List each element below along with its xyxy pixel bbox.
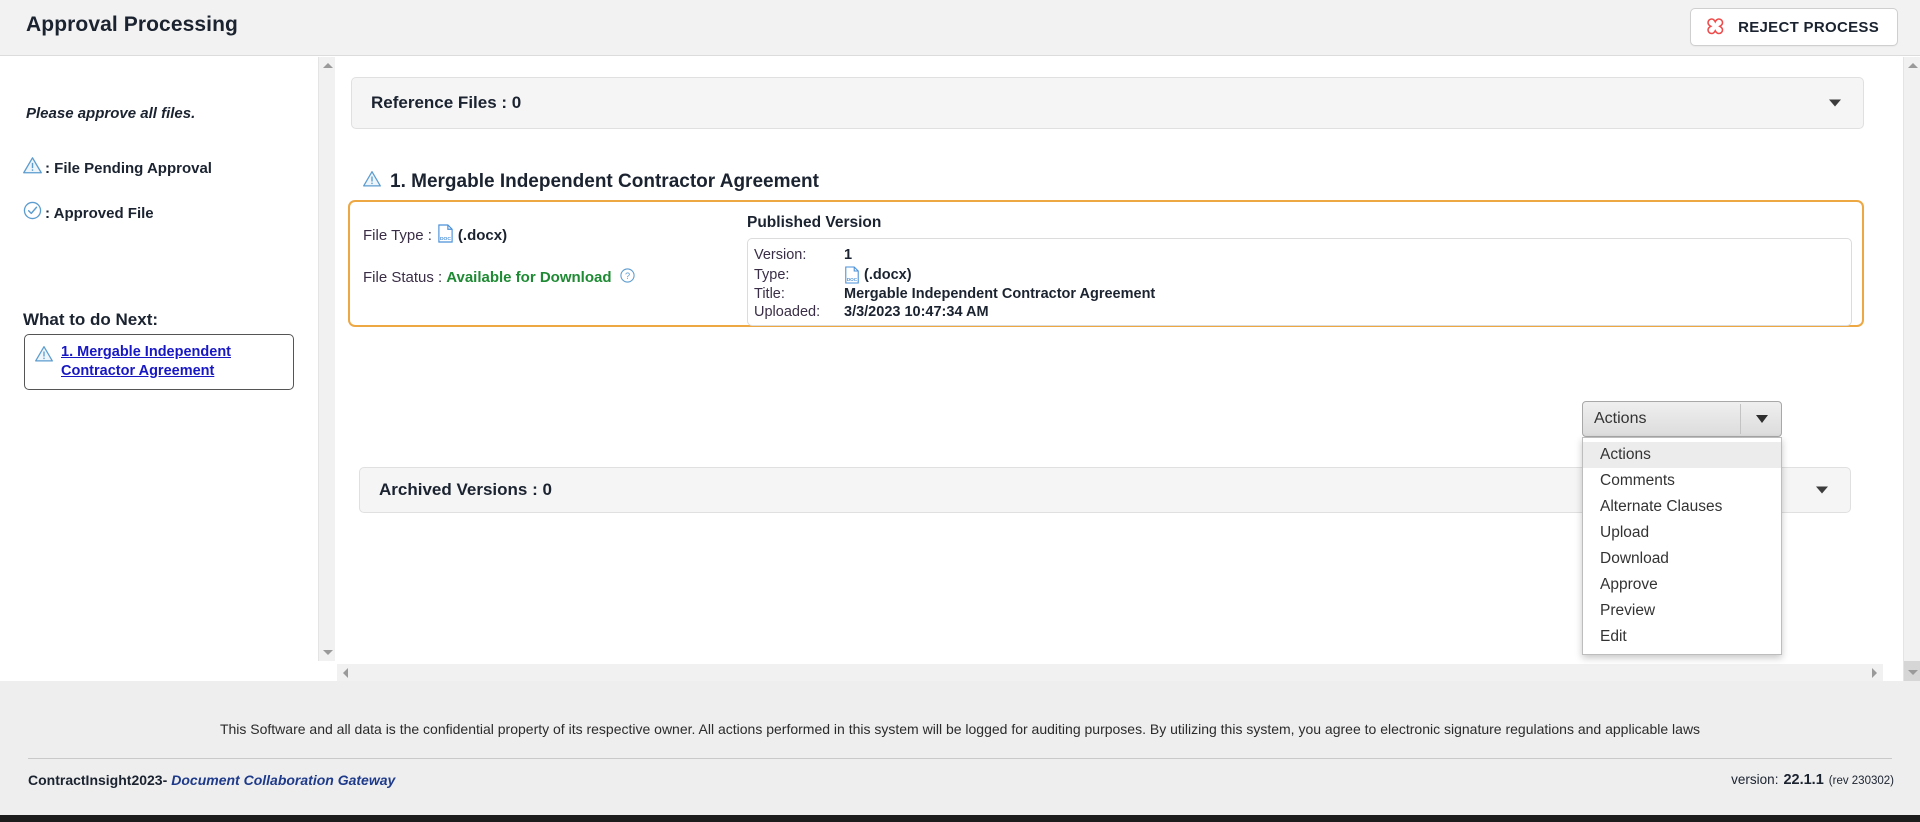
footer-version: version: 22.1.1 (rev 230302) <box>1731 772 1894 788</box>
published-version-row: Version: 1 <box>754 246 1851 264</box>
reference-files-panel-header[interactable]: Reference Files : 0 <box>351 77 1864 129</box>
svg-text:DOC: DOC <box>440 236 451 242</box>
published-type-row: Type: DOC (.docx) <box>754 264 1851 285</box>
file-type-value: (.docx) <box>457 227 508 244</box>
reject-process-button[interactable]: REJECT PROCESS <box>1690 8 1898 46</box>
os-taskbar <box>0 815 1920 822</box>
warning-triangle-icon <box>22 155 43 181</box>
document-title: 1. Mergable Independent Contractor Agree… <box>390 170 819 192</box>
scroll-left-arrow[interactable] <box>337 664 354 681</box>
document-heading: 1. Mergable Independent Contractor Agree… <box>362 169 819 194</box>
doc-file-icon: DOC <box>844 265 860 284</box>
legend-label-approved: : Approved File <box>45 204 154 222</box>
reject-x-icon <box>1705 16 1727 38</box>
published-title-row: Title: Mergable Independent Contractor A… <box>754 285 1851 303</box>
page-vertical-scrollbar[interactable] <box>1903 57 1920 681</box>
footer-version-label: version: <box>1731 772 1779 787</box>
file-status-row: File Status : Available for Download ? <box>363 267 636 288</box>
scroll-right-arrow[interactable] <box>1866 664 1883 681</box>
actions-menu-item-actions[interactable]: Actions <box>1583 442 1781 468</box>
actions-dropdown-divider <box>1740 404 1741 434</box>
file-info-block: File Type : DOC (.docx) File Status : Av… <box>363 224 636 308</box>
sidebar-instruction: Please approve all files. <box>26 105 196 122</box>
footer-brand-secondary: Document Collaboration Gateway <box>171 772 396 788</box>
content-horizontal-scrollbar[interactable] <box>337 664 1883 681</box>
footer-brand-primary: ContractInsight2023- <box>28 772 168 788</box>
published-version-box: Version: 1 Type: DOC (.docx) Title: Merg… <box>747 238 1852 326</box>
sidebar-scrollbar[interactable] <box>318 57 335 661</box>
published-uploaded-row: Uploaded: 3/3/2023 10:47:34 AM <box>754 303 1851 321</box>
published-title-key: Title: <box>754 286 785 302</box>
reference-files-title: Reference Files : 0 <box>371 93 522 112</box>
warning-triangle-icon <box>34 344 54 369</box>
published-title-value: Mergable Independent Contractor Agreemen… <box>844 286 1156 302</box>
published-version-key: Version: <box>754 247 807 263</box>
published-version-value: 1 <box>844 247 853 263</box>
published-version-block: Published Version Version: 1 Type: DOC (… <box>747 214 1852 326</box>
sidebar-scroll-down-arrow[interactable] <box>319 644 336 661</box>
published-uploaded-value: 3/3/2023 10:47:34 AM <box>844 304 989 320</box>
footer-version-number: 22.1.1 <box>1783 772 1824 788</box>
footer-legal-notice: This Software and all data is the confid… <box>219 721 1701 737</box>
actions-menu-item-edit[interactable]: Edit <box>1583 624 1781 650</box>
legend-item-pending: : File Pending Approval <box>22 155 312 181</box>
published-type-value-wrap: DOC (.docx) <box>844 265 912 284</box>
what-to-do-next-heading: What to do Next: <box>23 310 159 329</box>
sidebar-scroll-up-arrow[interactable] <box>319 57 336 74</box>
actions-dropdown-menu[interactable]: Actions Comments Alternate Clauses Uploa… <box>1582 437 1782 655</box>
chevron-down-icon[interactable] <box>1829 99 1841 107</box>
reject-process-label: REJECT PROCESS <box>1738 18 1879 36</box>
chevron-down-icon[interactable] <box>1816 486 1828 494</box>
next-step-link[interactable]: 1. Mergable Independent Contractor Agree… <box>61 343 283 380</box>
actions-menu-item-comments[interactable]: Comments <box>1583 468 1781 494</box>
actions-menu-item-alternate-clauses[interactable]: Alternate Clauses <box>1583 494 1781 520</box>
file-status-value: Available for Download <box>446 269 612 286</box>
svg-text:?: ? <box>624 271 629 281</box>
published-type-ext: (.docx) <box>864 266 912 283</box>
published-type-key: Type: <box>754 266 790 283</box>
sidebar: Please approve all files. : File Pending… <box>0 57 330 661</box>
sidebar-legend: : File Pending Approval : Approved File <box>22 155 312 245</box>
warning-triangle-icon <box>362 169 382 194</box>
page-title: Approval Processing <box>26 13 238 36</box>
svg-text:DOC: DOC <box>847 277 858 282</box>
footer-divider <box>28 758 1892 759</box>
scroll-down-arrow[interactable] <box>1904 664 1920 681</box>
page-footer: This Software and all data is the confid… <box>0 681 1920 822</box>
file-status-label: File Status : <box>363 269 443 286</box>
actions-menu-item-download[interactable]: Download <box>1583 546 1781 572</box>
actions-menu-item-upload[interactable]: Upload <box>1583 520 1781 546</box>
chevron-down-icon[interactable] <box>1756 415 1768 423</box>
check-circle-icon <box>22 200 43 226</box>
actions-menu-item-approve[interactable]: Approve <box>1583 572 1781 598</box>
next-step-item[interactable]: 1. Mergable Independent Contractor Agree… <box>24 334 294 391</box>
scroll-up-arrow[interactable] <box>1904 57 1920 74</box>
page-header: Approval Processing REJECT PROCESS <box>0 0 1920 56</box>
document-card: File Type : DOC (.docx) File Status : Av… <box>348 200 1864 327</box>
footer-version-rev: (rev 230302) <box>1828 775 1894 787</box>
legend-item-approved: : Approved File <box>22 200 312 226</box>
footer-brand: ContractInsight2023- Document Collaborat… <box>28 772 395 788</box>
actions-menu-item-preview[interactable]: Preview <box>1583 598 1781 624</box>
main-content: Reference Files : 0 1. Mergable Independ… <box>337 57 1883 671</box>
archived-versions-title: Archived Versions : 0 <box>379 480 552 499</box>
published-version-title: Published Version <box>747 214 882 231</box>
file-type-label: File Type : <box>363 227 432 244</box>
approval-processing-page: Approval Processing REJECT PROCESS Pleas… <box>0 0 1920 822</box>
legend-label-pending: : File Pending Approval <box>45 159 212 177</box>
file-type-row: File Type : DOC (.docx) <box>363 224 636 247</box>
help-circle-icon[interactable]: ? <box>619 267 636 288</box>
actions-dropdown[interactable]: Actions <box>1582 401 1782 437</box>
actions-dropdown-value: Actions <box>1594 410 1647 427</box>
published-uploaded-key: Uploaded: <box>754 304 821 320</box>
doc-file-icon: DOC <box>437 224 454 247</box>
